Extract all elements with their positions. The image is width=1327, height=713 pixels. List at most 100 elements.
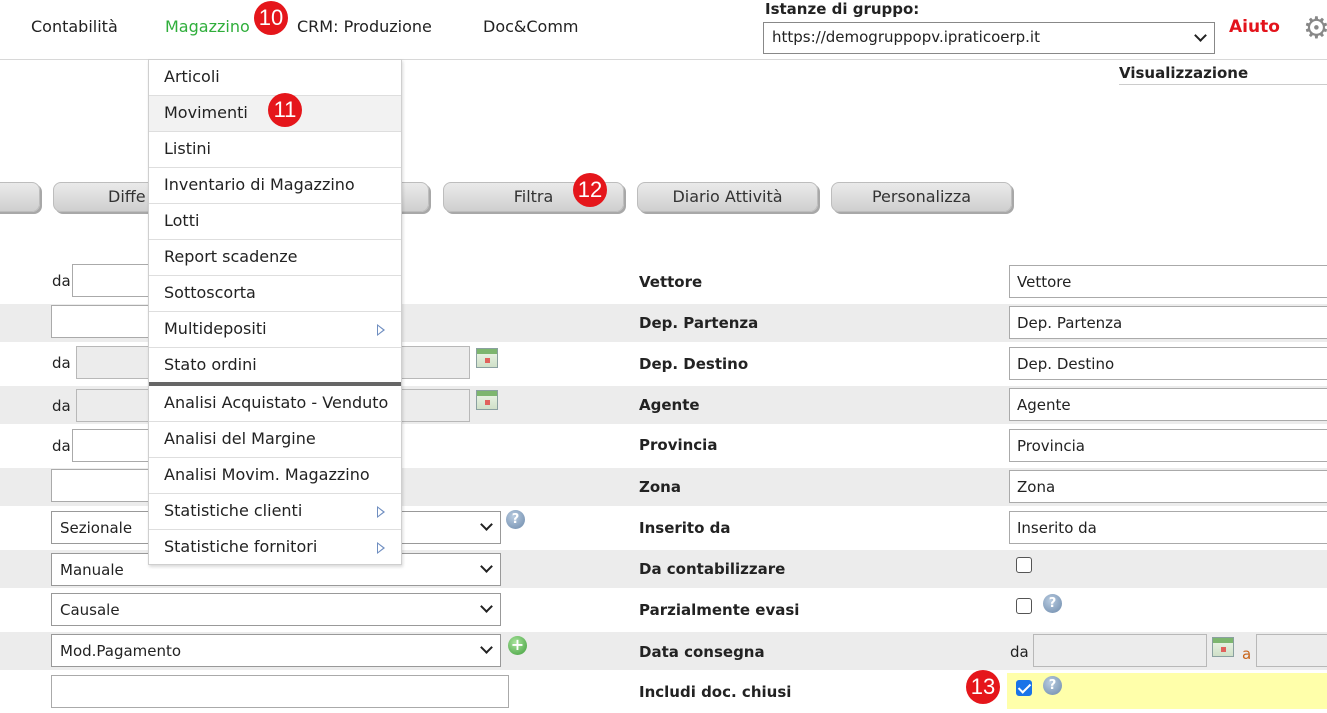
menu-item-lotti[interactable]: Lotti	[149, 204, 401, 240]
customize-button-label: Personalizza	[871, 187, 972, 206]
dep-partenza-input[interactable]: Dep. Partenza	[1009, 306, 1327, 339]
menu-item-label: Listini	[164, 139, 211, 158]
menu-item-label: Report scadenze	[164, 247, 298, 266]
add-icon[interactable]: +	[508, 636, 527, 655]
step-marker-13: 13	[966, 670, 1000, 704]
vettore-label: Vettore	[639, 273, 703, 291]
help-link[interactable]: Aiuto	[1229, 17, 1280, 37]
menu-item-label: Articoli	[164, 67, 220, 86]
nav-contabilita[interactable]: Contabilità	[31, 17, 118, 36]
activity-log-button-label: Diario Attività	[672, 187, 783, 206]
chevron-down-icon	[480, 560, 493, 573]
text-input-last[interactable]	[51, 675, 509, 708]
provincia-input[interactable]: Provincia	[1009, 429, 1327, 462]
help-icon[interactable]: ?	[1043, 594, 1062, 613]
from-label: da	[52, 272, 71, 290]
inserito-da-label: Inserito da	[639, 519, 731, 537]
da-contabilizzare-checkbox[interactable]	[1016, 557, 1032, 573]
data-consegna-label: Data consegna	[639, 643, 765, 661]
delivery-date-to-input[interactable]	[1256, 634, 1327, 667]
nav-doc-comm[interactable]: Doc&Comm	[483, 17, 579, 36]
parzialmente-evasi-checkbox[interactable]	[1016, 598, 1032, 614]
nav-magazzino[interactable]: Magazzino	[165, 17, 250, 36]
menu-item-articoli[interactable]: Articoli	[149, 60, 401, 96]
menu-item-label: Statistiche clienti	[164, 501, 303, 520]
agente-input[interactable]: Agente	[1009, 388, 1327, 421]
submenu-arrow-icon	[377, 542, 385, 554]
instances-label: Istanze di gruppo:	[765, 0, 920, 18]
menu-item-label: Analisi Acquistato - Venduto	[164, 393, 389, 412]
gear-icon[interactable]: ⚙	[1303, 14, 1327, 44]
submenu-arrow-icon	[377, 506, 385, 518]
causale-select[interactable]: Causale	[51, 593, 501, 626]
menu-item-label: Statistiche fornitori	[164, 537, 318, 556]
inserito-da-input[interactable]: Inserito da	[1009, 511, 1327, 544]
menu-item-inventario[interactable]: Inventario di Magazzino	[149, 168, 401, 204]
dep-destino-input[interactable]: Dep. Destino	[1009, 347, 1327, 380]
chevron-down-icon	[480, 600, 493, 613]
sezionale-value: Sezionale	[60, 519, 133, 537]
menu-item-report-scadenze[interactable]: Report scadenze	[149, 240, 401, 276]
menu-item-label: Lotti	[164, 211, 200, 230]
from-label: da	[52, 354, 71, 372]
help-icon[interactable]: ?	[506, 510, 525, 529]
calendar-icon[interactable]	[476, 390, 498, 410]
chevron-down-icon	[480, 518, 493, 531]
help-icon[interactable]: ?	[1043, 676, 1062, 695]
menu-item-label: Multidepositi	[164, 319, 267, 338]
magazzino-dropdown-menu: Articoli Movimenti Listini Inventario di…	[148, 59, 402, 565]
dep-destino-label: Dep. Destino	[639, 355, 749, 373]
vettore-input[interactable]: Vettore	[1009, 265, 1327, 298]
delivery-from-label: da	[1010, 643, 1029, 661]
menu-item-stato-ordini[interactable]: Stato ordini	[149, 348, 401, 384]
from-label: da	[52, 437, 71, 455]
menu-item-label: Stato ordini	[164, 355, 257, 374]
step-marker-10: 10	[254, 1, 288, 35]
customize-button[interactable]: Personalizza	[831, 182, 1012, 212]
menu-item-label: Analisi del Margine	[164, 429, 316, 448]
top-navigation-bar: Contabilità Magazzino CRM: Produzione Do…	[0, 0, 1327, 60]
dep-partenza-label: Dep. Partenza	[639, 314, 759, 332]
view-label: Visualizzazione	[1119, 64, 1249, 82]
parzialmente-evasi-label: Parzialmente evasi	[639, 601, 800, 619]
menu-item-sottoscorta[interactable]: Sottoscorta	[149, 276, 401, 312]
delivery-date-from-input[interactable]	[1033, 634, 1207, 667]
instances-select[interactable]: https://demogruppopv.ipraticoerp.it	[763, 22, 1215, 54]
view-divider	[1119, 84, 1327, 85]
from-label: da	[52, 397, 71, 415]
provincia-label: Provincia	[639, 436, 718, 454]
menu-item-analisi-margine[interactable]: Analisi del Margine	[149, 422, 401, 458]
from-input-2[interactable]	[72, 429, 152, 462]
calendar-icon[interactable]	[1212, 637, 1234, 657]
menu-item-statistiche-fornitori[interactable]: Statistiche fornitori	[149, 530, 401, 566]
includi-chiusi-checkbox[interactable]	[1016, 680, 1032, 696]
from-input-1[interactable]	[72, 264, 152, 297]
toolbar-button-hidden[interactable]	[0, 182, 40, 212]
menu-item-statistiche-clienti[interactable]: Statistiche clienti	[149, 494, 401, 530]
zona-input[interactable]: Zona	[1009, 470, 1327, 503]
toolbar-button-partial-label: Diffe	[108, 187, 146, 206]
includi-chiusi-label: Includi doc. chiusi	[639, 683, 792, 701]
zona-label: Zona	[639, 478, 681, 496]
menu-item-label: Inventario di Magazzino	[164, 175, 355, 194]
payment-select[interactable]: Mod.Pagamento	[51, 634, 501, 667]
menu-item-listini[interactable]: Listini	[149, 132, 401, 168]
menu-item-analisi-movim-magazzino[interactable]: Analisi Movim. Magazzino	[149, 458, 401, 494]
text-input-3[interactable]	[51, 469, 151, 502]
causale-value: Causale	[60, 601, 120, 619]
calendar-icon[interactable]	[476, 348, 498, 368]
activity-log-button[interactable]: Diario Attività	[637, 182, 818, 212]
text-input-2[interactable]	[51, 305, 151, 338]
agente-label: Agente	[639, 396, 700, 414]
menu-item-analisi-acquistato-venduto[interactable]: Analisi Acquistato - Venduto	[149, 386, 401, 422]
filter-button-label: Filtra	[513, 187, 554, 206]
step-marker-11: 11	[268, 93, 302, 127]
delivery-to-label: a	[1242, 645, 1252, 663]
nav-crm-produzione[interactable]: CRM: Produzione	[297, 17, 432, 36]
submenu-arrow-icon	[377, 324, 385, 336]
step-marker-12: 12	[573, 173, 607, 207]
chevron-down-icon	[1194, 29, 1207, 42]
menu-item-multidepositi[interactable]: Multidepositi	[149, 312, 401, 348]
menu-item-label: Movimenti	[164, 103, 248, 122]
instances-selected-value: https://demogruppopv.ipraticoerp.it	[772, 28, 1040, 46]
